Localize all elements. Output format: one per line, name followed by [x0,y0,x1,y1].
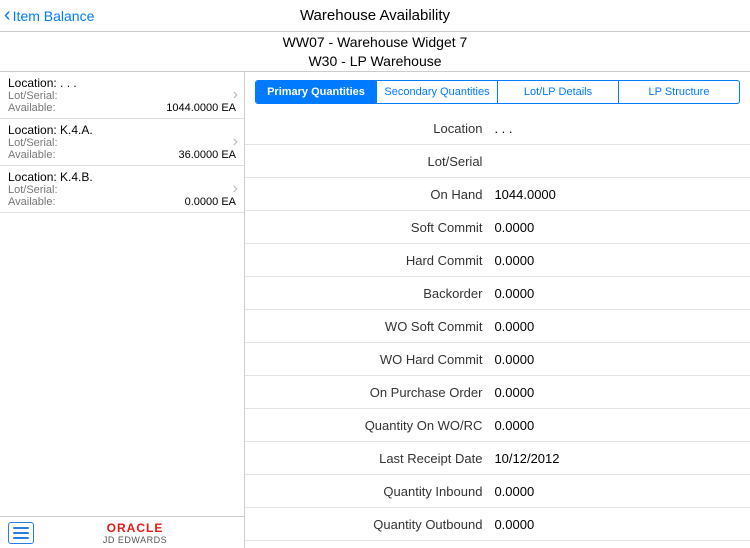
location-label: Location: K.4.A. [8,123,236,137]
tab-lot-lp-details[interactable]: Lot/LP Details [498,81,619,103]
detail-label: Lot/Serial [245,154,492,169]
detail-value: 0.0000 [492,319,534,334]
detail-value: 10/12/2012 [492,451,559,466]
back-label: Item Balance [13,8,95,24]
lot-serial-label: Lot/Serial: [8,184,236,196]
chevron-right-icon: › [233,180,238,198]
detail-row: Lot/Serial [245,145,750,178]
detail-label: WO Hard Commit [245,352,492,367]
detail-row: On Purchase Order0.0000 [245,376,750,409]
detail-value: 0.0000 [492,352,534,367]
location-list: Location: . . .Lot/Serial:Available:1044… [0,72,244,516]
menu-button[interactable] [8,522,34,544]
detail-row: Last Receipt Date10/12/2012 [245,442,750,475]
detail-value: 0.0000 [492,253,534,268]
detail-row: Hard Commit0.0000 [245,244,750,277]
detail-value: 0.0000 [492,385,534,400]
available-value: 0.0000 EA [185,196,236,208]
detail-label: Hard Commit [245,253,492,268]
chevron-right-icon: › [233,133,238,151]
detail-label: Quantity On WO/RC [245,418,492,433]
lot-serial-label: Lot/Serial: [8,137,236,149]
available-label: Available: [8,196,56,208]
detail-label: Last Receipt Date [245,451,492,466]
detail-row: Location. . . [245,112,750,145]
tab-lp-structure[interactable]: LP Structure [619,81,739,103]
subheader-line1: WW07 - Warehouse Widget 7 [0,33,750,51]
detail-row: On Hand1044.0000 [245,178,750,211]
jde-label: JD EDWARDS [34,535,236,545]
detail-row: Quantity Outbound0.0000 [245,508,750,541]
available-value: 1044.0000 EA [166,102,236,114]
tab-primary-quantities[interactable]: Primary Quantities [256,81,377,103]
available-label: Available: [8,149,56,161]
available-value: 36.0000 EA [179,149,237,161]
chevron-left-icon: ‹ [4,5,11,25]
detail-value: 0.0000 [492,517,534,532]
back-button[interactable]: ‹ Item Balance [0,6,94,26]
subheader-line2: W30 - LP Warehouse [0,52,750,70]
branding-bar: ORACLE JD EDWARDS [0,516,244,548]
detail-label: Quantity Outbound [245,517,492,532]
detail-label: Quantity Inbound [245,484,492,499]
detail-value: . . . [492,121,512,136]
detail-label: WO Soft Commit [245,319,492,334]
oracle-label: ORACLE [34,521,236,535]
detail-row: WO Hard Commit0.0000 [245,343,750,376]
available-label: Available: [8,102,56,114]
tab-bar: Primary QuantitiesSecondary QuantitiesLo… [255,80,740,104]
detail-label: Soft Commit [245,220,492,235]
detail-value: 1044.0000 [492,187,555,202]
detail-label: On Purchase Order [245,385,492,400]
detail-label: On Hand [245,187,492,202]
detail-row: Backorder0.0000 [245,277,750,310]
detail-value: 0.0000 [492,286,534,301]
detail-value: 0.0000 [492,484,534,499]
detail-list: Location. . .Lot/SerialOn Hand1044.0000S… [245,112,750,548]
brand-logo: ORACLE JD EDWARDS [34,521,236,545]
location-row[interactable]: Location: K.4.B.Lot/Serial:Available: 0.0… [0,166,244,213]
detail-row: WO Soft Commit0.0000 [245,310,750,343]
top-bar: ‹ Item Balance Warehouse Availability [0,0,750,32]
detail-label: Backorder [245,286,492,301]
subheader: WW07 - Warehouse Widget 7 W30 - LP Wareh… [0,32,750,72]
page-title: Warehouse Availability [0,7,750,24]
location-label: Location: . . . [8,76,236,90]
detail-row: Soft Commit0.0000 [245,211,750,244]
detail-label: Location [245,121,492,136]
lot-serial-label: Lot/Serial: [8,90,236,102]
chevron-right-icon: › [233,86,238,104]
tab-secondary-quantities[interactable]: Secondary Quantities [377,81,498,103]
sidebar: Location: . . .Lot/Serial:Available:1044… [0,72,245,548]
detail-value: 0.0000 [492,220,534,235]
location-row[interactable]: Location: . . .Lot/Serial:Available: 1044… [0,72,244,119]
detail-value: 0.0000 [492,418,534,433]
detail-row: Quantity On WO/RC0.0000 [245,409,750,442]
location-label: Location: K.4.B. [8,170,236,184]
main-panel: Primary QuantitiesSecondary QuantitiesLo… [245,72,750,548]
detail-row: Quantity Inbound0.0000 [245,475,750,508]
location-row[interactable]: Location: K.4.A.Lot/Serial:Available: 36.… [0,119,244,166]
